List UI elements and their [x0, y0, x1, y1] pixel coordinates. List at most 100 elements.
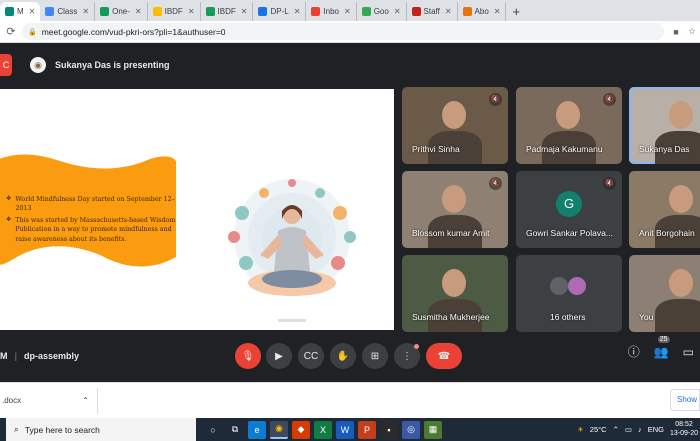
anydesk-icon[interactable]: ◆: [292, 420, 310, 439]
download-item[interactable]: .docx ⌃: [0, 387, 98, 414]
tab-label: M: [17, 7, 24, 16]
presenter-avatar: ◉: [30, 57, 46, 73]
app-icon[interactable]: ◎: [402, 420, 420, 439]
close-tab-icon[interactable]: ✕: [494, 7, 501, 16]
excel-icon[interactable]: X: [314, 420, 332, 439]
clock-time: 08:52: [675, 421, 693, 429]
present-button[interactable]: ⊞: [362, 343, 388, 369]
star-icon[interactable]: ☆: [684, 26, 700, 37]
browser-tab[interactable]: DP-L ✕: [253, 2, 307, 21]
mic-muted-icon: 🔇: [489, 93, 502, 106]
participant-tile[interactable]: 🔇 Prithvi Sinha: [402, 87, 508, 164]
people-icon[interactable]: 👥 25: [654, 335, 670, 359]
browser-tab[interactable]: Abo ✕: [458, 2, 507, 21]
camera-button[interactable]: ▶: [266, 343, 292, 369]
close-tab-icon[interactable]: ✕: [29, 7, 36, 16]
app-icon[interactable]: ▪: [380, 420, 398, 439]
tab-label: Inbo: [323, 7, 339, 16]
browser-tab[interactable]: Class ✕: [40, 2, 96, 21]
close-tab-icon[interactable]: ✕: [82, 7, 89, 16]
word-icon[interactable]: W: [336, 420, 354, 439]
weather-temp[interactable]: 25°C: [590, 425, 607, 434]
participant-tile[interactable]: G 🔇 Gowri Sankar Polava...: [516, 171, 622, 248]
volume-icon[interactable]: ♪: [638, 425, 642, 434]
close-tab-icon[interactable]: ✕: [294, 7, 301, 16]
close-tab-icon[interactable]: ✕: [135, 7, 142, 16]
meeting-details[interactable]: M | dp-assembly: [0, 351, 79, 361]
tab-favicon-icon: [258, 7, 268, 16]
leave-call-button[interactable]: ☎: [426, 343, 462, 369]
browser-tab-bar: M ✕ Class ✕ One- ✕ IBDF ✕ IBDF ✕ DP-L ✕ Inbo ✕ Goo ✕ Sta…: [0, 0, 700, 21]
camera-icon[interactable]: ■: [668, 27, 684, 37]
chrome-icon[interactable]: ◉: [270, 420, 288, 439]
chevron-up-icon[interactable]: ⌃: [82, 396, 89, 405]
participant-tile[interactable]: 🔇 Padmaja Kakumanu: [516, 87, 622, 164]
close-tab-icon[interactable]: ✕: [188, 7, 195, 16]
hand-icon: ✋: [336, 350, 350, 362]
info-icon[interactable]: ⓘ: [628, 343, 640, 360]
edge-icon[interactable]: e: [248, 420, 266, 439]
tab-favicon-icon: [311, 7, 321, 16]
more-options-button[interactable]: ⋮: [394, 343, 420, 369]
meeting-code: dp-assembly: [24, 351, 80, 361]
mic-off-button[interactable]: 🎙: [235, 343, 261, 369]
close-tab-icon[interactable]: ✕: [241, 7, 248, 16]
participant-tile[interactable]: Susmitha Mukherjee: [402, 255, 508, 332]
show-all-button[interactable]: Show: [670, 389, 700, 411]
tray-arrow-icon[interactable]: ⌃: [613, 425, 619, 434]
participant-count-badge: 25: [657, 335, 670, 343]
reload-icon[interactable]: ⟳: [0, 25, 22, 38]
chat-icon[interactable]: ▭: [683, 345, 694, 359]
meet-window: C ◉ Sukanya Das is presenting ❖ World Mi…: [0, 43, 700, 382]
browser-tab[interactable]: One- ✕: [95, 2, 148, 21]
meditation-illustration: [228, 179, 356, 322]
taskbar-search[interactable]: ⌕ Type here to search: [6, 418, 196, 441]
participant-video: [556, 101, 580, 129]
browser-tab[interactable]: Staff ✕: [407, 2, 458, 21]
app-icon[interactable]: ▦: [424, 420, 442, 439]
slide-bullet: ❖ This was started by Massachusetts-base…: [6, 216, 178, 243]
presenting-label: Sukanya Das is presenting: [55, 60, 170, 70]
present-icon: ⊞: [370, 350, 380, 362]
network-icon[interactable]: ▭: [625, 425, 632, 434]
weather-icon: ☀: [577, 425, 584, 434]
participant-tile[interactable]: Anit Borgohain: [629, 171, 700, 248]
powerpoint-icon[interactable]: P: [358, 420, 376, 439]
tab-label: Class: [57, 7, 78, 16]
tab-favicon-icon: [462, 7, 472, 16]
browser-tab[interactable]: IBDF ✕: [201, 2, 254, 21]
tab-favicon-icon: [411, 7, 421, 16]
participant-name: You: [639, 312, 654, 322]
clock[interactable]: 08:52 13-09-20: [670, 421, 698, 437]
participant-grid: 🔇 Prithvi Sinha 🔇 Padmaja Kakumanu Sukanya D…: [402, 87, 700, 333]
presentation-slide: ❖ World Mindfulness Day started on Septe…: [0, 89, 394, 330]
participant-tile[interactable]: You: [629, 255, 700, 332]
browser-tab[interactable]: Inbo ✕: [306, 2, 357, 21]
close-tab-icon[interactable]: ✕: [445, 7, 452, 16]
participant-tile[interactable]: 16 others: [516, 255, 622, 332]
tab-favicon-icon: [205, 7, 215, 16]
participant-video: [669, 101, 693, 129]
close-tab-icon[interactable]: ✕: [344, 7, 351, 16]
browser-tab[interactable]: M ✕: [0, 2, 41, 21]
language-indicator[interactable]: ENG: [648, 425, 664, 434]
participant-avatar: [568, 277, 586, 295]
participant-tile[interactable]: 🔇 Blossom kumar Amit: [402, 171, 508, 248]
side-panel-icons: ⓘ 👥 25 ▭: [628, 335, 700, 360]
task-view-icon[interactable]: ⧉: [226, 421, 244, 439]
browser-tab[interactable]: IBDF ✕: [148, 2, 201, 21]
captions-button[interactable]: CC: [298, 343, 324, 369]
raise-hand-button[interactable]: ✋: [330, 343, 356, 369]
participant-tile[interactable]: Sukanya Das: [629, 87, 700, 164]
close-tab-icon[interactable]: ✕: [394, 7, 401, 16]
tab-label: Abo: [474, 7, 489, 16]
tab-label: One-: [112, 7, 130, 16]
presenting-bar: C ◉ Sukanya Das is presenting: [0, 43, 700, 87]
browser-tab[interactable]: Goo ✕: [357, 2, 407, 21]
tab-label: IBDF: [164, 7, 183, 16]
cortana-icon[interactable]: ○: [204, 421, 222, 439]
slide-bullet: ❖ World Mindfulness Day started on Septe…: [6, 195, 178, 213]
url-field[interactable]: 🔒 meet.google.com/vud-pkri-ors?pli=1&aut…: [22, 23, 664, 40]
new-tab-button[interactable]: +: [506, 2, 526, 21]
participant-name: Blossom kumar Amit: [412, 228, 490, 238]
